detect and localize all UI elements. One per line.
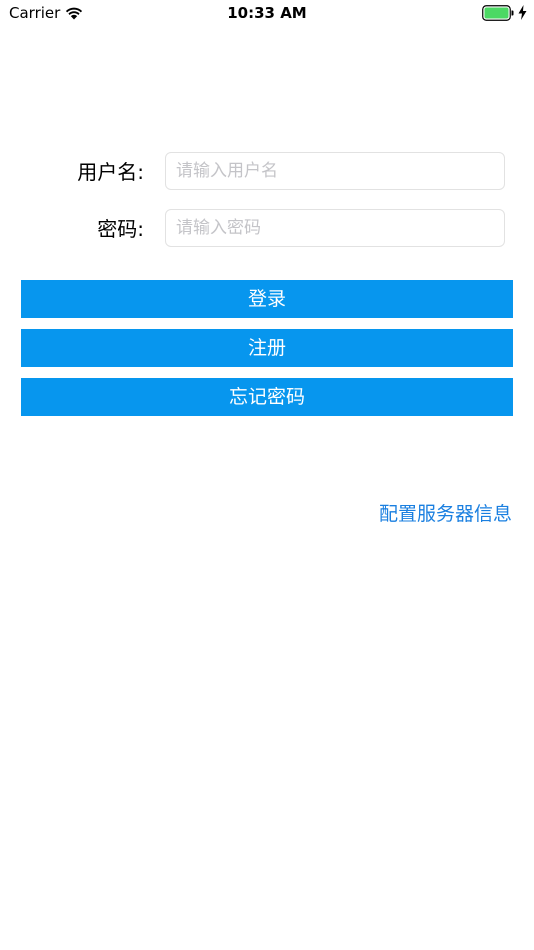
- password-input[interactable]: [165, 209, 505, 247]
- status-bar: Carrier 10:33 AM: [0, 0, 534, 28]
- username-input[interactable]: [165, 152, 505, 190]
- battery-icon: [482, 5, 514, 21]
- password-row: 密码:: [0, 209, 534, 249]
- register-button[interactable]: 注册: [21, 329, 513, 367]
- username-row: 用户名:: [0, 152, 534, 192]
- login-button[interactable]: 登录: [21, 280, 513, 318]
- forgot-password-button[interactable]: 忘记密码: [21, 378, 513, 416]
- username-label: 用户名:: [77, 160, 144, 184]
- charging-bolt-icon: [518, 5, 527, 20]
- config-server-link[interactable]: 配置服务器信息: [379, 499, 512, 526]
- status-time: 10:33 AM: [227, 4, 307, 22]
- password-label: 密码:: [97, 217, 144, 241]
